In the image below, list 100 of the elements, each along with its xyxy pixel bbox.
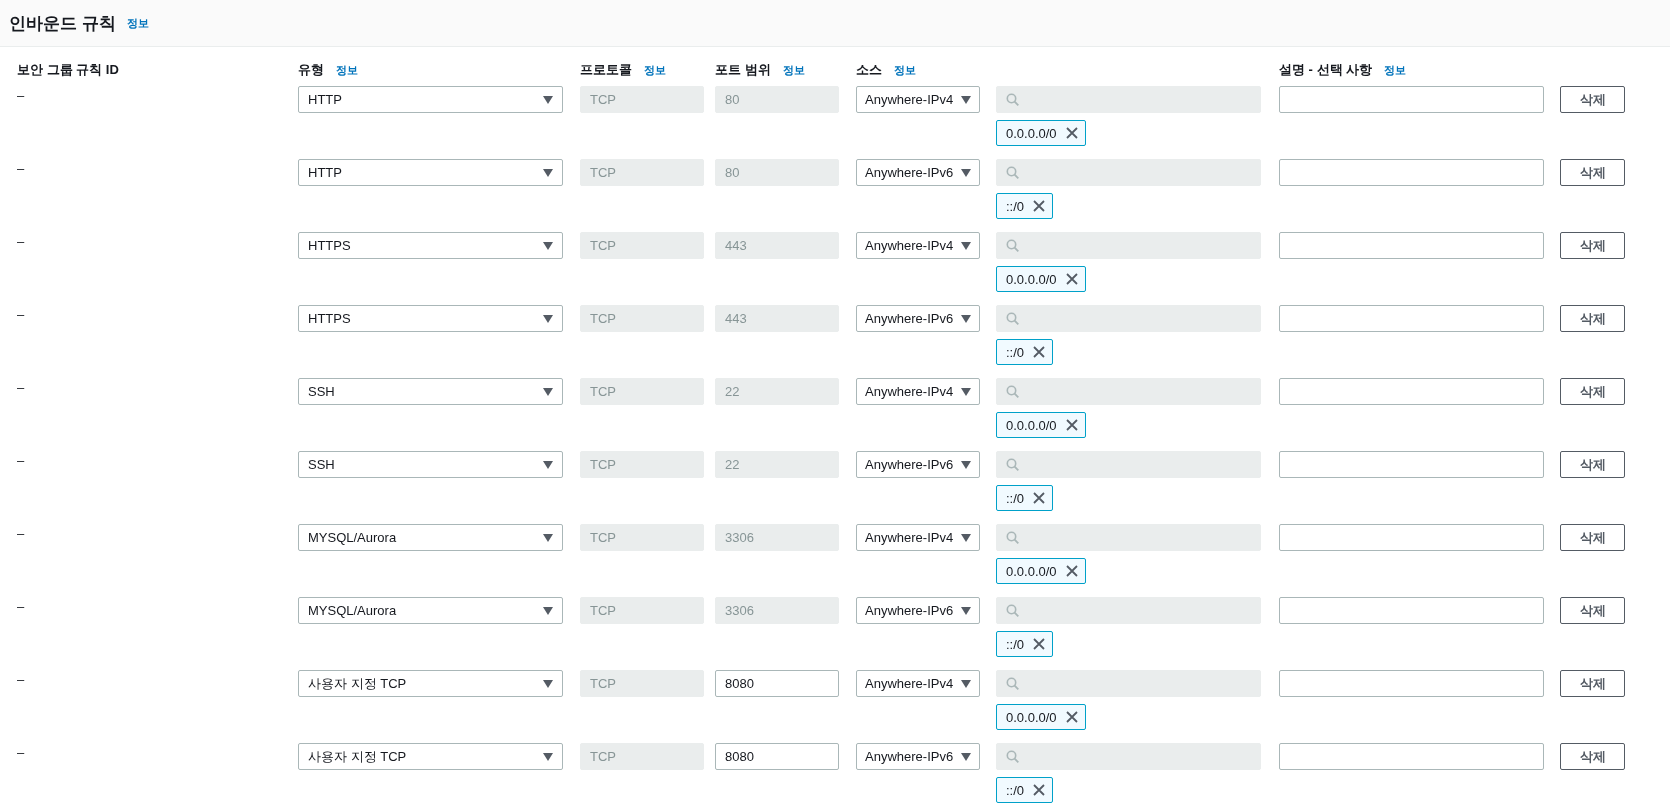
description-field[interactable] bbox=[1279, 597, 1544, 624]
cidr-text: 0.0.0.0/0 bbox=[1006, 563, 1057, 579]
port-field: 22 bbox=[715, 451, 839, 478]
description-field[interactable] bbox=[1279, 378, 1544, 405]
delete-button[interactable]: 삭제 bbox=[1560, 597, 1625, 624]
search-icon bbox=[1006, 604, 1019, 617]
protocol-field: TCP bbox=[580, 670, 704, 697]
remove-icon[interactable] bbox=[1065, 273, 1078, 285]
source-dropdown[interactable]: Anywhere-IPv4 bbox=[856, 524, 980, 551]
rule-id: – bbox=[17, 672, 25, 687]
source-dropdown[interactable]: Anywhere-IPv6 bbox=[856, 305, 980, 332]
protocol-field: TCP bbox=[580, 159, 704, 186]
type-dropdown[interactable]: 사용자 지정 TCP bbox=[298, 743, 563, 770]
info-link[interactable]: 정보 bbox=[644, 62, 666, 78]
search-field[interactable] bbox=[996, 597, 1261, 624]
delete-button[interactable]: 삭제 bbox=[1560, 232, 1625, 259]
cidr-text: ::/0 bbox=[1006, 782, 1025, 798]
delete-button[interactable]: 삭제 bbox=[1560, 670, 1625, 697]
description-field[interactable] bbox=[1279, 451, 1544, 478]
description-field[interactable] bbox=[1279, 232, 1544, 259]
delete-button[interactable]: 삭제 bbox=[1560, 743, 1625, 770]
caret-icon bbox=[543, 95, 553, 104]
info-link[interactable]: 정보 bbox=[126, 15, 149, 31]
type-dropdown[interactable]: 사용자 지정 TCP bbox=[298, 670, 563, 697]
remove-icon[interactable] bbox=[1033, 492, 1046, 504]
info-link[interactable]: 정보 bbox=[894, 62, 916, 78]
search-field[interactable] bbox=[996, 524, 1261, 551]
port-field: 443 bbox=[715, 232, 839, 259]
remove-icon[interactable] bbox=[1065, 127, 1078, 139]
port-field: 80 bbox=[715, 86, 839, 113]
panel-title: 인바운드 규칙 bbox=[9, 12, 116, 35]
type-dropdown[interactable]: HTTPS bbox=[298, 232, 563, 259]
remove-icon[interactable] bbox=[1033, 346, 1046, 358]
source-dropdown[interactable]: Anywhere-IPv4 bbox=[856, 378, 980, 405]
source-dropdown[interactable]: Anywhere-IPv4 bbox=[856, 232, 980, 259]
column-header: 보안 그룹 규칙 ID bbox=[17, 61, 119, 79]
delete-button[interactable]: 삭제 bbox=[1560, 86, 1625, 113]
remove-icon[interactable] bbox=[1033, 638, 1046, 650]
search-icon bbox=[1006, 166, 1019, 179]
search-icon bbox=[1006, 93, 1019, 106]
caret-icon bbox=[961, 606, 971, 615]
description-field[interactable] bbox=[1279, 86, 1544, 113]
caret-icon bbox=[961, 752, 971, 761]
type-dropdown[interactable]: SSH bbox=[298, 378, 563, 405]
type-dropdown[interactable]: SSH bbox=[298, 451, 563, 478]
delete-button[interactable]: 삭제 bbox=[1560, 159, 1625, 186]
info-link[interactable]: 정보 bbox=[336, 62, 358, 78]
source-dropdown[interactable]: Anywhere-IPv6 bbox=[856, 159, 980, 186]
delete-button[interactable]: 삭제 bbox=[1560, 451, 1625, 478]
search-field[interactable] bbox=[996, 159, 1261, 186]
remove-icon[interactable] bbox=[1033, 200, 1046, 212]
info-link[interactable]: 정보 bbox=[1384, 62, 1407, 78]
rule-id: – bbox=[17, 307, 25, 322]
port-field[interactable]: 8080 bbox=[715, 743, 839, 770]
source-dropdown[interactable]: Anywhere-IPv4 bbox=[856, 86, 980, 113]
search-field[interactable] bbox=[996, 670, 1261, 697]
port-field: 80 bbox=[715, 159, 839, 186]
delete-button[interactable]: 삭제 bbox=[1560, 378, 1625, 405]
search-icon bbox=[1006, 677, 1019, 690]
remove-icon[interactable] bbox=[1065, 711, 1078, 723]
delete-button[interactable]: 삭제 bbox=[1560, 524, 1625, 551]
description-field[interactable] bbox=[1279, 524, 1544, 551]
column-header: 설명 - 선택 사항 bbox=[1279, 61, 1373, 79]
type-dropdown[interactable]: MYSQL/Aurora bbox=[298, 524, 563, 551]
source-dropdown[interactable]: Anywhere-IPv6 bbox=[856, 597, 980, 624]
cidr-text: ::/0 bbox=[1006, 636, 1025, 652]
port-field: 443 bbox=[715, 305, 839, 332]
port-field[interactable]: 8080 bbox=[715, 670, 839, 697]
description-field[interactable] bbox=[1279, 159, 1544, 186]
search-field[interactable] bbox=[996, 743, 1261, 770]
description-field[interactable] bbox=[1279, 305, 1544, 332]
caret-icon bbox=[543, 679, 553, 688]
remove-icon[interactable] bbox=[1065, 565, 1078, 577]
type-dropdown[interactable]: HTTPS bbox=[298, 305, 563, 332]
delete-button[interactable]: 삭제 bbox=[1560, 305, 1625, 332]
search-field[interactable] bbox=[996, 86, 1261, 113]
protocol-field: TCP bbox=[580, 743, 704, 770]
source-dropdown[interactable]: Anywhere-IPv4 bbox=[856, 670, 980, 697]
search-field[interactable] bbox=[996, 232, 1261, 259]
search-field[interactable] bbox=[996, 305, 1261, 332]
search-icon bbox=[1006, 239, 1019, 252]
caret-icon bbox=[543, 168, 553, 177]
remove-icon[interactable] bbox=[1065, 419, 1078, 431]
info-link[interactable]: 정보 bbox=[782, 62, 805, 78]
type-dropdown[interactable]: HTTP bbox=[298, 86, 563, 113]
search-field[interactable] bbox=[996, 378, 1261, 405]
type-dropdown[interactable]: HTTP bbox=[298, 159, 563, 186]
type-dropdown[interactable]: MYSQL/Aurora bbox=[298, 597, 563, 624]
description-field[interactable] bbox=[1279, 670, 1544, 697]
protocol-field: TCP bbox=[580, 232, 704, 259]
column-header: 프로토콜 bbox=[580, 61, 632, 79]
source-dropdown[interactable]: Anywhere-IPv6 bbox=[856, 451, 980, 478]
protocol-field: TCP bbox=[580, 86, 704, 113]
source-dropdown[interactable]: Anywhere-IPv6 bbox=[856, 743, 980, 770]
remove-icon[interactable] bbox=[1033, 784, 1046, 796]
caret-icon bbox=[543, 606, 553, 615]
description-field[interactable] bbox=[1279, 743, 1544, 770]
search-field[interactable] bbox=[996, 451, 1261, 478]
rule-id: – bbox=[17, 599, 25, 614]
rule-id: – bbox=[17, 745, 25, 760]
